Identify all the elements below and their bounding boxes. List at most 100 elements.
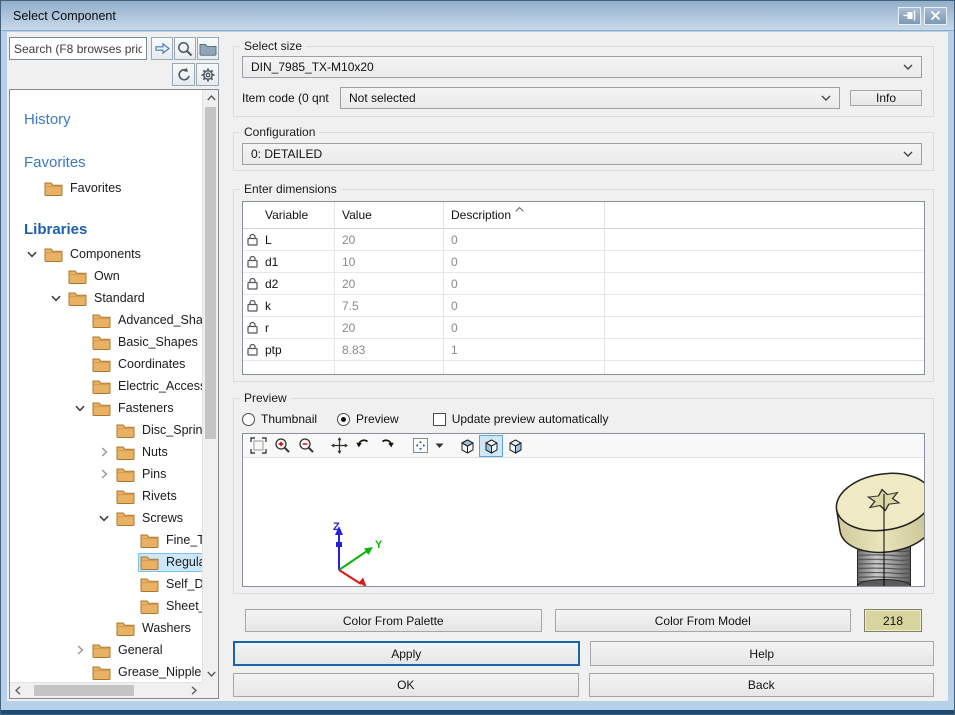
close-icon[interactable] [924,7,947,25]
view-caret-icon[interactable] [432,435,446,457]
tree-item-body[interactable]: Self_Dri [138,575,202,594]
tree-item-body[interactable]: Nuts [114,443,172,462]
tree-item-electric-accessor[interactable]: Electric_Accessor [10,375,202,397]
value-cell[interactable]: 20 [334,321,443,335]
chevron-down-icon[interactable] [94,515,114,522]
tree-item-body[interactable]: Coordinates [90,355,189,374]
scroll-down-icon[interactable] [203,666,219,682]
tree-item-body[interactable]: Own [66,267,124,286]
tree-item-body[interactable]: Advanced_Shape [90,311,202,330]
vertical-scroll-thumb[interactable] [205,107,216,439]
zoom-out-icon[interactable] [294,435,318,457]
tree-item-body[interactable]: Favorites [42,179,125,198]
tree-item-own[interactable]: Own [10,265,202,287]
pin-icon[interactable] [898,7,921,25]
tree-item-rivets[interactable]: Rivets [10,485,202,507]
tree-item-history[interactable]: History [10,108,202,130]
tree-item-coordinates[interactable]: Coordinates [10,353,202,375]
tree-item-body[interactable]: Standard [66,289,149,308]
configuration-select[interactable]: 0: DETAILED [242,143,922,165]
pan-icon[interactable] [327,435,351,457]
tree-item-self-dri[interactable]: Self_Dri [10,573,202,595]
ok-button[interactable]: OK [233,673,579,697]
tree-item-body[interactable]: Pins [114,465,170,484]
value-cell[interactable]: 20 [334,233,443,247]
apply-button[interactable]: Apply [233,641,580,666]
back-button[interactable]: Back [589,673,935,697]
chevron-down-icon[interactable] [46,295,66,302]
chevron-right-icon[interactable] [94,447,114,457]
view-cube-b-icon[interactable] [479,435,503,457]
tree-horizontal-scrollbar[interactable] [10,682,202,698]
tree-item-body[interactable]: Sheet_M [138,597,202,616]
gear-icon[interactable] [196,63,219,86]
size-select[interactable]: DIN_7985_TX-M10x20 [242,56,922,78]
item-code-select[interactable]: Not selected [340,87,840,109]
color-swatch-button[interactable]: 218 [864,609,922,632]
chevron-right-icon[interactable] [70,645,90,655]
column-divider[interactable] [604,202,605,374]
tree-item-advanced-shape[interactable]: Advanced_Shape [10,309,202,331]
tree-item-fine-th[interactable]: Fine_Th [10,529,202,551]
title-bar[interactable]: Select Component [1,1,954,31]
lock-icon[interactable] [243,277,261,290]
lock-icon[interactable] [243,233,261,246]
preview-radio[interactable] [337,413,350,426]
column-divider[interactable] [443,202,444,374]
tree-item-general[interactable]: General [10,639,202,661]
tree-item-favorites[interactable]: Favorites [10,177,202,199]
tree-item-body[interactable]: Rivets [114,487,181,506]
tree-item-components[interactable]: Components [10,243,202,265]
update-preview-checkbox[interactable] [433,413,446,426]
value-cell[interactable]: 20 [334,277,443,291]
zoom-in-icon[interactable] [270,435,294,457]
color-from-model-button[interactable]: Color From Model [555,609,852,632]
fit-view-icon[interactable] [246,435,270,457]
tree-item-body[interactable]: Components [42,245,145,264]
go-arrow-icon[interactable] [151,37,173,60]
preview-canvas[interactable]: Z Y X [243,458,924,586]
value-cell[interactable]: 8.83 [334,343,443,357]
tree-selected-item[interactable]: Regular [138,553,202,572]
search-input[interactable] [9,37,147,60]
tree-item-sheet-m[interactable]: Sheet_M [10,595,202,617]
tree-item-body[interactable]: Fasteners [90,399,178,418]
lock-icon[interactable] [243,299,261,312]
chevron-down-icon[interactable] [70,405,90,412]
tree-item-screws[interactable]: Screws [10,507,202,529]
value-cell[interactable]: 7.5 [334,299,443,313]
tree-item-libraries[interactable]: Libraries [10,218,202,240]
refresh-icon[interactable] [172,63,195,86]
tree-item-disc-springs[interactable]: Disc_Springs [10,419,202,441]
chevron-down-icon[interactable] [22,251,42,258]
tree-item-body[interactable]: Basic_Shapes [90,333,202,352]
tree-item-fasteners[interactable]: Fasteners [10,397,202,419]
column-header-value[interactable]: Value [334,208,443,222]
tree-item-body[interactable]: General [90,641,166,660]
search-icon[interactable] [174,37,196,60]
tree-item-standard[interactable]: Standard [10,287,202,309]
tree-item-body[interactable]: Washers [114,619,195,638]
column-divider[interactable] [334,202,335,374]
value-cell[interactable]: 10 [334,255,443,269]
rotate-left-icon[interactable] [351,435,375,457]
column-header-variable[interactable]: Variable [261,208,334,222]
tree-vertical-scrollbar[interactable] [202,90,218,682]
view-cube-a-icon[interactable] [455,435,479,457]
tree-item-body[interactable]: Grease_Nipples [90,663,202,682]
tree-item-basic-shapes[interactable]: Basic_Shapes [10,331,202,353]
view-center-icon[interactable] [408,435,432,457]
scroll-left-icon[interactable] [10,683,26,699]
tree-item-regular[interactable]: Regular [10,551,202,573]
help-button[interactable]: Help [590,641,935,666]
view-cube-c-icon[interactable] [503,435,527,457]
tree-item-body[interactable]: Screws [114,509,187,528]
chevron-right-icon[interactable] [94,469,114,479]
lock-icon[interactable] [243,255,261,268]
thumbnail-radio[interactable] [242,413,255,426]
tree-item-body[interactable]: Electric_Accessor [90,377,202,396]
tree-item-pins[interactable]: Pins [10,463,202,485]
rotate-right-icon[interactable] [375,435,399,457]
lock-icon[interactable] [243,321,261,334]
tree-item-body[interactable]: Fine_Th [138,531,202,550]
